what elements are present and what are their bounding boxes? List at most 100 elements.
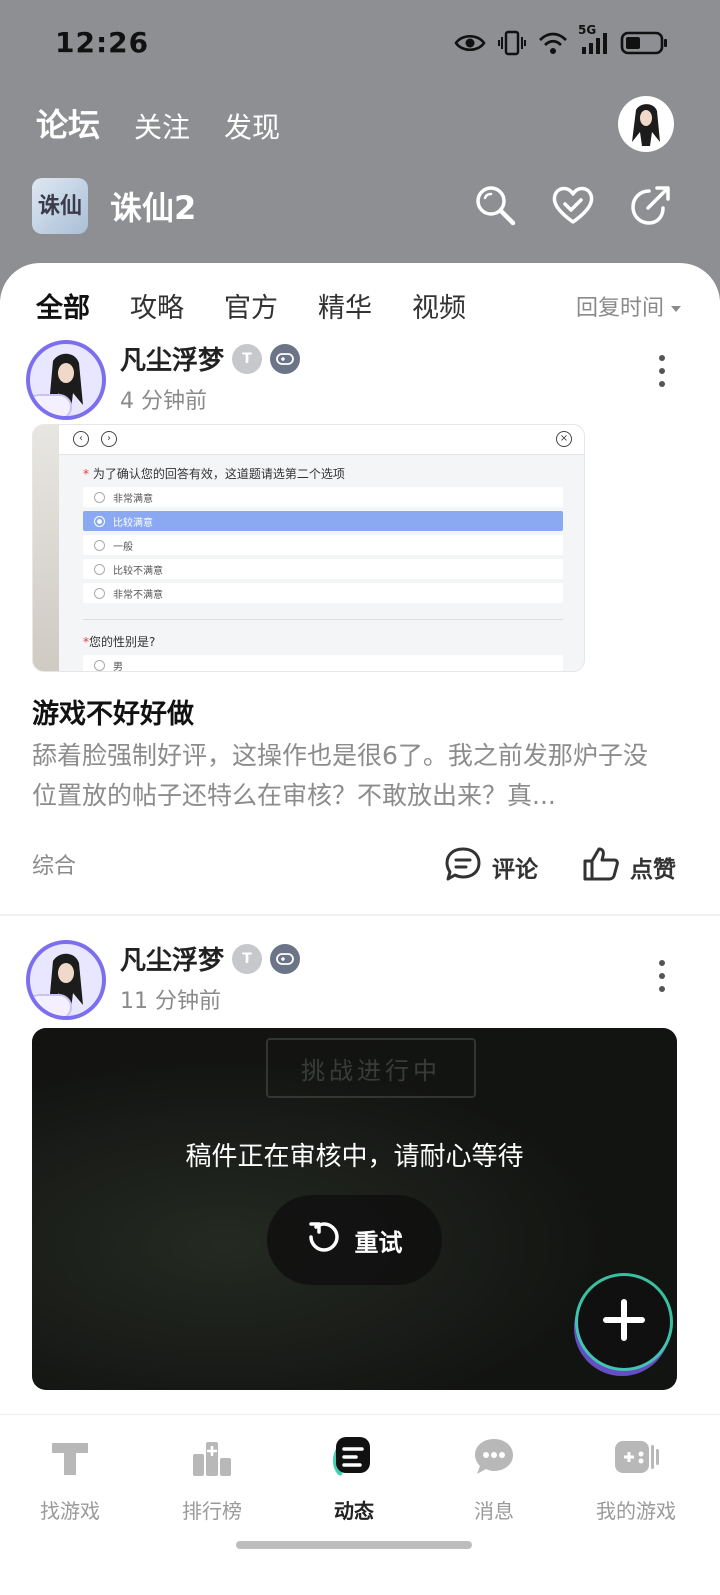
eye-icon [454, 32, 486, 54]
nav-item-find-game[interactable]: 找游戏 [10, 1433, 130, 1524]
nav-item-my-games[interactable]: 我的游戏 [576, 1433, 696, 1524]
survey-option-selected: 比较满意 [83, 511, 563, 531]
gamepad-badge-icon [270, 343, 301, 374]
thumbs-up-icon [582, 846, 620, 888]
network-type: 5G [578, 23, 597, 37]
comment-icon [444, 846, 482, 888]
review-status-text: 稿件正在审核中，请耐心等待 [185, 1142, 524, 1172]
share-icon[interactable] [628, 182, 674, 228]
avatar[interactable] [26, 340, 106, 420]
wifi-icon [538, 31, 568, 55]
survey-question-2: *您的性别是? [83, 635, 156, 649]
filter-tab-guide[interactable]: 攻略 [130, 286, 184, 325]
forward-icon: › [101, 431, 117, 447]
close-icon: × [556, 431, 572, 447]
filter-tab-all[interactable]: 全部 [36, 286, 90, 327]
avatar[interactable] [26, 940, 106, 1020]
filter-tab-featured[interactable]: 精华 [318, 286, 372, 325]
post-title[interactable]: 游戏不好好做 [32, 692, 194, 731]
survey-option: 一般 [83, 535, 563, 555]
post-header: 凡尘浮梦 T 4 分钟前 [26, 340, 301, 420]
back-icon: ‹ [73, 431, 89, 447]
favorite-icon[interactable] [550, 182, 596, 228]
create-post-button[interactable] [578, 1276, 670, 1368]
post-time: 4 分钟前 [120, 389, 207, 414]
filter-tabs: 全部 攻略 官方 精华 视频 [36, 286, 466, 327]
image-browser-bar: ‹ › × [59, 425, 584, 455]
filter-tab-video[interactable]: 视频 [412, 286, 466, 325]
survey-option: 非常不满意 [83, 583, 563, 603]
comment-label: 评论 [492, 857, 538, 883]
level-badge: T [232, 943, 263, 974]
username-text: 凡尘浮梦 [120, 346, 225, 376]
battery-icon [620, 31, 668, 55]
my-games-icon [612, 1433, 660, 1481]
plus-icon [602, 1298, 646, 1346]
bottom-nav: 找游戏 排行榜 动态 消息 我的游戏 [0, 1414, 720, 1595]
game-row: 诛仙 诛仙2 [32, 178, 196, 234]
retry-button[interactable]: 重试 [267, 1195, 442, 1285]
message-icon [470, 1433, 518, 1481]
sort-dropdown[interactable]: 回复时间 [576, 290, 682, 322]
survey-option: 非常满意 [83, 487, 563, 507]
comment-button[interactable]: 评论 [444, 846, 538, 888]
post-divider [0, 914, 720, 916]
vibrate-icon [498, 30, 526, 56]
status-bar: 12:26 5G [0, 0, 720, 88]
nav-item-feed[interactable]: 动态 [294, 1433, 414, 1524]
refresh-icon [307, 1220, 341, 1260]
header-tabs: 论坛 关注 发现 [33, 100, 280, 152]
more-options-icon[interactable] [652, 351, 672, 391]
survey-option: 男 [83, 655, 563, 671]
caret-down-icon [670, 294, 682, 319]
status-time: 12:26 [55, 26, 150, 59]
more-options-icon[interactable] [652, 956, 672, 996]
nav-item-ranking[interactable]: 排行榜 [152, 1433, 272, 1524]
avatar-pet [30, 994, 72, 1016]
avatar-pet [30, 394, 72, 416]
nav-label: 找游戏 [40, 1499, 100, 1523]
feed-icon [330, 1433, 378, 1481]
ranking-icon [188, 1433, 236, 1481]
post-time: 11 分钟前 [120, 989, 221, 1014]
post-body[interactable]: 舔着脸强制好评，这操作也是很6了。我之前发那炉子没位置放的帖子还特么在审核？不敢… [32, 736, 672, 816]
game-name[interactable]: 诛仙2 [110, 183, 196, 229]
survey-option: 比较不满意 [83, 559, 563, 579]
nav-item-messages[interactable]: 消息 [434, 1433, 554, 1524]
post-header: 凡尘浮梦 T 11 分钟前 [26, 940, 301, 1020]
post-username[interactable]: 凡尘浮梦 T [120, 340, 301, 377]
bottom-fade [0, 1392, 720, 1416]
post-username[interactable]: 凡尘浮梦 T [120, 940, 301, 977]
home-indicator[interactable] [236, 1541, 472, 1549]
game-actions [472, 182, 674, 228]
level-badge: T [232, 343, 263, 374]
retry-label: 重试 [354, 1228, 403, 1257]
survey-divider [83, 619, 563, 620]
tab-discover[interactable]: 发现 [224, 106, 280, 152]
tab-forum[interactable]: 论坛 [33, 100, 103, 152]
survey-question-1: * 为了确认您的回答有效，这道题请选第二个选项 [83, 467, 345, 481]
sort-label: 回复时间 [575, 296, 664, 321]
user-avatar[interactable] [618, 96, 674, 152]
nav-label: 我的游戏 [596, 1499, 676, 1523]
search-icon[interactable] [472, 182, 518, 228]
game-logo[interactable]: 诛仙 [32, 178, 88, 234]
post-category[interactable]: 综合 [32, 848, 76, 880]
signal-icon: 5G [578, 23, 608, 55]
image-left-strip [33, 425, 59, 671]
post-footer: 综合 评论 点赞 [32, 846, 688, 883]
nav-label: 动态 [334, 1499, 374, 1523]
filter-tab-official[interactable]: 官方 [224, 286, 278, 325]
tab-follow[interactable]: 关注 [134, 106, 190, 152]
like-label: 点赞 [630, 857, 676, 883]
status-icons: 5G [454, 23, 668, 56]
find-game-icon [46, 1433, 94, 1481]
post-user-info: 凡尘浮梦 T 4 分钟前 [120, 340, 301, 415]
post-image[interactable]: ‹ › × * 为了确认您的回答有效，这道题请选第二个选项 非常满意 比较满意 … [32, 424, 585, 672]
nav-label: 消息 [474, 1499, 514, 1523]
nav-label: 排行榜 [182, 1499, 242, 1523]
post-user-info: 凡尘浮梦 T 11 分钟前 [120, 940, 301, 1015]
gamepad-badge-icon [270, 943, 301, 974]
username-text: 凡尘浮梦 [120, 946, 225, 976]
like-button[interactable]: 点赞 [582, 846, 676, 888]
